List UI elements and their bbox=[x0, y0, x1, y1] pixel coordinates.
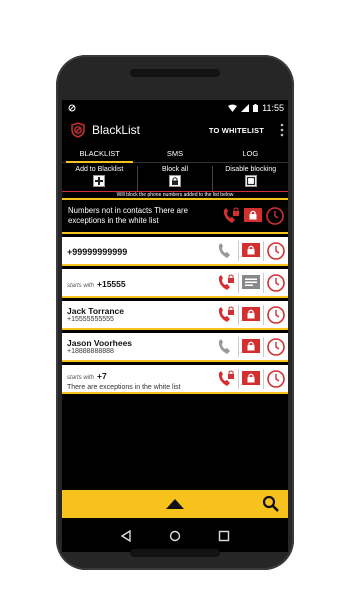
sms-blocked-icon bbox=[242, 370, 260, 385]
square-icon bbox=[244, 175, 257, 187]
rule-prefix: starts with bbox=[67, 282, 95, 289]
app-title: BlackList bbox=[92, 123, 141, 137]
list-item[interactable]: Jason Voorhees +18888888888 bbox=[62, 333, 288, 362]
add-to-blacklist-button[interactable]: Add to Blacklist bbox=[62, 166, 138, 191]
rule-title: +15555 bbox=[97, 278, 126, 289]
block-all-label: Block all bbox=[161, 166, 189, 173]
sms-blocked-icon bbox=[244, 208, 262, 222]
rule-title: Jack Torrance bbox=[67, 306, 125, 316]
tab-sms[interactable]: SMS bbox=[137, 145, 212, 162]
bottom-toolbar bbox=[62, 490, 288, 518]
search-icon[interactable] bbox=[262, 495, 280, 513]
system-nav-bar bbox=[62, 520, 288, 552]
back-icon[interactable] bbox=[120, 530, 132, 542]
sms-allowed-icon bbox=[242, 274, 260, 289]
call-blocked-icon bbox=[223, 207, 239, 223]
call-blocked-icon bbox=[218, 274, 234, 290]
rule-title: +7 bbox=[97, 371, 107, 381]
overflow-menu-icon[interactable] bbox=[280, 123, 284, 137]
block-all-button[interactable]: Block all bbox=[138, 166, 214, 191]
sms-blocked-icon bbox=[242, 242, 260, 257]
schedule-icon bbox=[267, 337, 285, 356]
sms-blocked-icon bbox=[242, 338, 260, 353]
app-bar: BlackList TO WHITELIST bbox=[62, 115, 288, 145]
schedule-icon bbox=[267, 241, 285, 260]
tab-bar: BLACKLIST SMS LOG bbox=[62, 145, 288, 163]
battery-icon bbox=[253, 103, 259, 112]
list-item[interactable]: starts with +15555 bbox=[62, 269, 288, 298]
rule-subtitle: There are exceptions in the white list bbox=[67, 384, 181, 391]
blacklist-shield-icon bbox=[71, 122, 85, 138]
tab-blacklist[interactable]: BLACKLIST bbox=[62, 145, 137, 163]
status-bar: 11:55 bbox=[62, 100, 288, 115]
recents-icon[interactable] bbox=[218, 530, 230, 542]
lock-icon bbox=[169, 175, 181, 187]
schedule-icon bbox=[267, 273, 285, 292]
speaker-grille bbox=[130, 549, 220, 557]
schedule-icon bbox=[267, 305, 285, 324]
list-item[interactable]: +99999999999 bbox=[62, 237, 288, 266]
list-item[interactable]: Jack Torrance +15555555555 bbox=[62, 301, 288, 330]
rule-subtitle: +18888888888 bbox=[67, 348, 114, 355]
rule-header-text: Numbers not in contacts There are except… bbox=[68, 206, 188, 225]
rule-not-in-contacts[interactable]: Numbers not in contacts There are except… bbox=[62, 200, 288, 234]
schedule-icon bbox=[267, 369, 285, 388]
signal-icon bbox=[241, 103, 250, 112]
speaker-grille bbox=[130, 69, 220, 77]
call-blocked-icon bbox=[218, 370, 234, 386]
list-item[interactable]: starts with +7 There are exceptions in th… bbox=[62, 365, 288, 394]
screen: 11:55 BlackList TO WHITELIST BLACKLIST S… bbox=[62, 100, 288, 552]
phone-frame: 11:55 BlackList TO WHITELIST BLACKLIST S… bbox=[56, 55, 294, 570]
rule-title: Jason Voorhees bbox=[67, 338, 133, 348]
call-allowed-icon bbox=[218, 338, 230, 354]
plus-icon bbox=[93, 175, 106, 187]
sms-blocked-icon bbox=[242, 306, 260, 321]
call-blocked-icon bbox=[218, 306, 234, 322]
wifi-icon bbox=[228, 104, 238, 112]
add-to-blacklist-label: Add to Blacklist bbox=[75, 166, 124, 173]
to-whitelist-button[interactable]: TO WHITELIST bbox=[209, 126, 264, 135]
disable-blocking-label: Disable blocking bbox=[225, 166, 277, 173]
do-not-disturb-icon bbox=[68, 104, 76, 111]
call-allowed-icon bbox=[218, 242, 230, 258]
action-bar: Add to Blacklist Block all Disable block… bbox=[62, 163, 288, 191]
rule-subtitle: +15555555555 bbox=[67, 316, 114, 323]
rule-prefix: starts with bbox=[67, 375, 95, 381]
tab-log[interactable]: LOG bbox=[213, 145, 288, 162]
clock: 11:55 bbox=[262, 102, 284, 113]
disable-blocking-button[interactable]: Disable blocking bbox=[213, 166, 288, 191]
blacklist-notice: Will block the phone numbers added to th… bbox=[62, 191, 288, 200]
home-icon[interactable] bbox=[169, 530, 181, 542]
rule-title: +99999999999 bbox=[67, 246, 128, 257]
rule-list: +99999999999 starts with +15555 Jack Tor… bbox=[62, 237, 288, 394]
expand-up-icon[interactable] bbox=[166, 499, 184, 509]
schedule-icon bbox=[266, 207, 284, 225]
